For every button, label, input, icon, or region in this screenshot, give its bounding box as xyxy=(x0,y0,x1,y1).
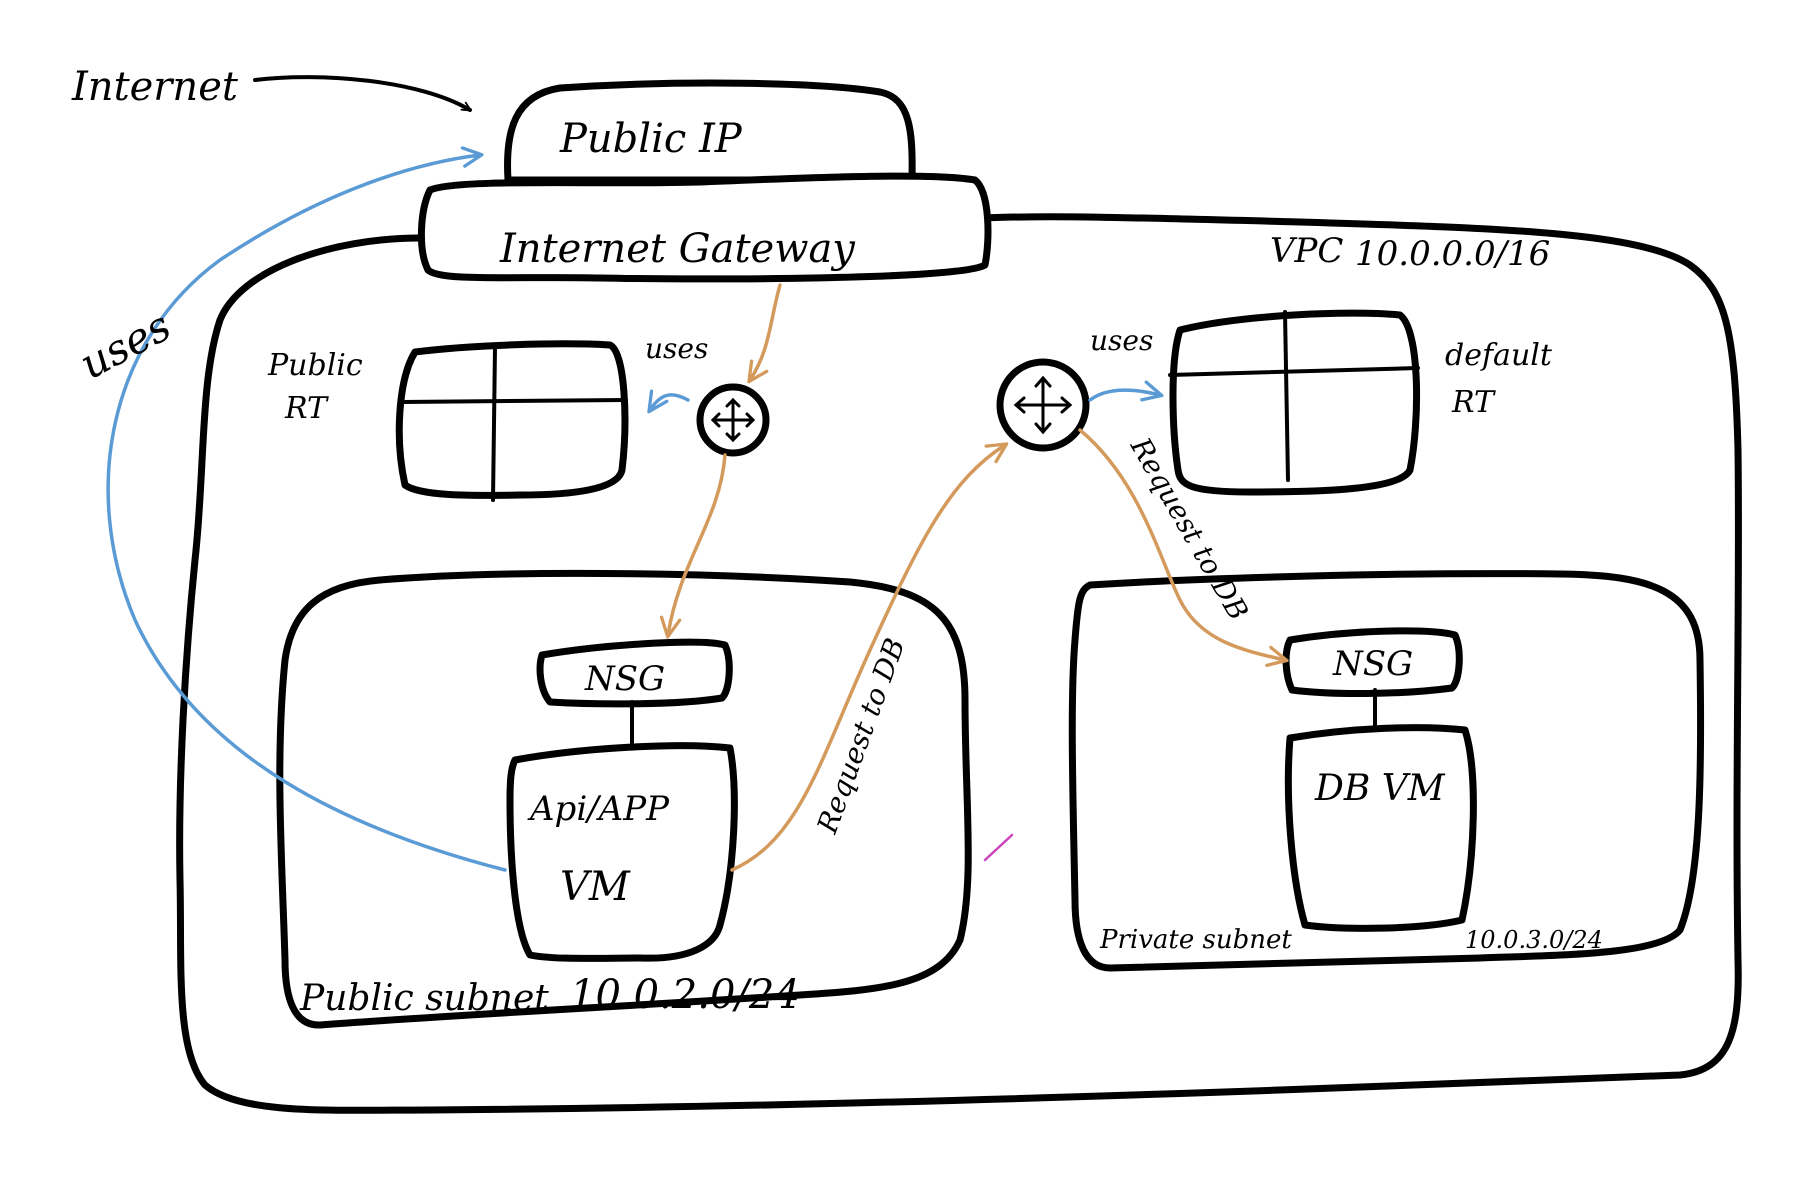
public-route-table-h-line xyxy=(400,398,628,404)
internet-label: Internet xyxy=(71,64,239,110)
flow-public-router-uses-rt xyxy=(650,395,690,410)
private-subnet-label: Private subnet xyxy=(1099,925,1292,955)
internet-arrow xyxy=(253,75,470,112)
public-route-table-v-line xyxy=(491,345,497,502)
public-rt-label-line1: Public xyxy=(267,348,363,383)
public-route-table xyxy=(395,340,629,499)
flow-igw-to-public-router xyxy=(750,283,782,380)
app-vm-box xyxy=(506,742,738,962)
public-subnet-label: Public subnet xyxy=(299,978,549,1019)
uses-default-rt-label: uses xyxy=(1090,324,1153,357)
public-rt-label-line2: RT xyxy=(284,391,329,426)
default-rt-label-line1: default xyxy=(1445,338,1553,373)
default-rt-label-line2: RT xyxy=(1451,385,1496,420)
request-to-db-label-1: Request to DB xyxy=(810,634,911,839)
db-vm-box xyxy=(1284,724,1477,932)
db-vm-label: DB VM xyxy=(1314,768,1446,809)
vpc-cidr-label: 10.0.0.0/16 xyxy=(1355,234,1550,274)
public-subnet-cidr: 10.0.2.0/24 xyxy=(570,972,800,1018)
public-ip-label: Public IP xyxy=(559,116,743,162)
private-subnet-cidr: 10.0.3.0/24 xyxy=(1465,926,1603,954)
uses-public-rt-label: uses xyxy=(645,332,708,365)
nsg-private-label: NSG xyxy=(1332,644,1413,684)
stray-mark xyxy=(983,833,1014,862)
default-route-table xyxy=(1169,309,1421,496)
vpc-label: VPC xyxy=(1270,231,1343,271)
internet-gateway-label: Internet Gateway xyxy=(499,226,856,272)
network-diagram: Public IP Internet Gateway Internet VPC … xyxy=(71,64,1742,1114)
uses-left-label: uses xyxy=(72,301,179,389)
app-vm-label-line1: Api/APP xyxy=(527,789,670,829)
app-vm-label-line2: VM xyxy=(560,864,631,910)
flow-private-router-uses-rt xyxy=(1088,390,1160,402)
flow-public-router-to-nsg xyxy=(668,453,727,635)
nsg-public-label: NSG xyxy=(584,659,665,699)
